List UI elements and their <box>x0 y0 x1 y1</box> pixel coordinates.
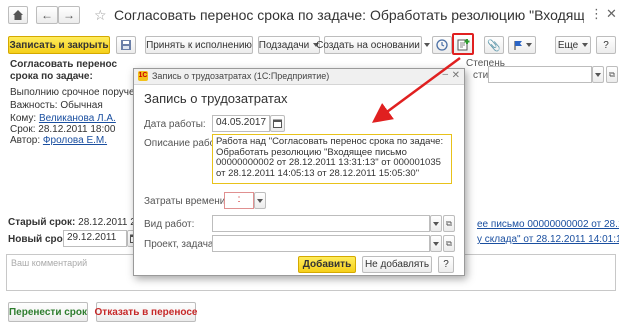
chevron-down-icon <box>257 198 263 203</box>
chevron-down-icon <box>525 43 532 47</box>
old-deadline-label: Старый срок: <box>8 217 76 228</box>
link-icon: ⧉ <box>446 218 452 228</box>
subtasks-button[interactable]: Подзадачи <box>258 36 320 54</box>
calendar-icon <box>273 119 282 128</box>
minimize-icon[interactable]: – <box>442 69 448 80</box>
project-label: Проект, задача: <box>144 239 217 250</box>
author-label: Автор: <box>10 135 41 146</box>
floppy-disk-icon <box>121 40 131 50</box>
dialog-titlebar-text: Запись о трудозатратах (1С:Предприятие) <box>152 71 330 81</box>
clock-icon <box>436 39 448 51</box>
app-logo-icon: 1C <box>138 71 148 81</box>
more-label: Еще <box>557 39 579 51</box>
link-icon: ⧉ <box>609 69 615 79</box>
comment-placeholder: Ваш комментарий <box>11 258 88 268</box>
project-dropdown[interactable] <box>430 235 442 252</box>
time-label: Затраты времени: <box>144 196 229 207</box>
cancel-button[interactable]: Не добавлять <box>362 256 432 273</box>
chevron-down-icon <box>423 43 430 47</box>
arrow-left-icon: ← <box>41 8 53 22</box>
chevron-down-icon <box>582 43 589 47</box>
favorite-star-icon[interactable]: ☆ <box>94 7 107 24</box>
back-button[interactable]: ← <box>36 6 58 24</box>
chevron-down-icon <box>433 241 439 246</box>
date-label: Дата работы: <box>144 119 206 130</box>
dialog-titlebar[interactable]: 1C Запись о трудозатратах (1С:Предприяти… <box>134 69 464 85</box>
task-importance: Важность: Обычная <box>10 100 103 111</box>
help-button[interactable]: ? <box>596 36 616 54</box>
home-button[interactable] <box>8 6 28 24</box>
flag-button[interactable] <box>508 36 536 54</box>
home-icon <box>13 10 23 20</box>
save-close-button[interactable]: Записать и закрыть <box>8 36 110 54</box>
window-title: Согласовать перенос срока по задаче: Обр… <box>114 7 584 23</box>
more-button[interactable]: Еще <box>555 36 591 54</box>
date-calendar-button[interactable] <box>270 115 285 132</box>
date-field[interactable]: 04.05.2017 <box>212 115 270 132</box>
dialog-heading: Запись о трудозатратах <box>144 91 288 106</box>
refuse-button[interactable]: Отказать в переносе <box>95 302 197 322</box>
create-based-button[interactable]: Создать на основании <box>316 36 430 54</box>
chevron-down-icon <box>595 72 601 77</box>
due-label: Срок: <box>10 124 36 135</box>
dialog-close-icon[interactable]: ✕ <box>452 70 460 81</box>
task-to-row: Кому: Великанова Л.А. <box>10 113 116 124</box>
work-type-label: Вид работ: <box>144 219 195 230</box>
link-icon: ⧉ <box>446 238 452 248</box>
description-field[interactable]: Работа над "Согласовать перенос срока по… <box>212 134 452 184</box>
project-open[interactable]: ⧉ <box>443 235 455 252</box>
related-task-link-1[interactable]: ее письмо 00000000002 от 28.12.20... <box>477 219 619 230</box>
more-dots-icon[interactable]: ⋮ <box>590 6 603 22</box>
read-field-open[interactable]: ⧉ <box>606 66 618 83</box>
read-field[interactable] <box>488 66 592 83</box>
add-record-icon <box>457 38 469 50</box>
labor-dialog: 1C Запись о трудозатратах (1С:Предприяти… <box>133 68 465 276</box>
attach-button[interactable]: 📎 <box>484 36 504 54</box>
task-due-row: Срок: 28.12.2011 18:00 <box>10 124 115 135</box>
chevron-down-icon <box>433 221 439 226</box>
task-subject: Согласовать перенос срока по задаче: Обр… <box>10 59 118 82</box>
work-type-open[interactable]: ⧉ <box>443 215 455 232</box>
close-icon[interactable]: ✕ <box>606 6 617 22</box>
paperclip-icon: 📎 <box>487 39 501 52</box>
create-based-label: Создать на основании <box>316 39 420 51</box>
work-type-field[interactable] <box>212 215 430 232</box>
to-value-link[interactable]: Великанова Л.А. <box>39 113 116 124</box>
postpone-button[interactable]: Перенести срок <box>8 302 88 322</box>
history-button[interactable] <box>432 36 452 54</box>
accept-button[interactable]: Принять к исполнению <box>145 36 253 54</box>
related-task-link-2[interactable]: у склада" от 28.12.2011 14:01:16 <box>477 234 619 245</box>
to-label: Кому: <box>10 113 37 124</box>
arrow-right-icon: → <box>63 8 75 22</box>
work-type-dropdown[interactable] <box>430 215 442 232</box>
new-deadline-field[interactable]: 29.12.2011 <box>63 230 127 247</box>
author-value-link[interactable]: Фролова Е.М. <box>43 135 107 146</box>
forward-button[interactable]: → <box>58 6 80 24</box>
time-dropdown-button[interactable] <box>254 192 266 209</box>
subtasks-label: Подзадачи <box>258 39 310 51</box>
dialog-help-button[interactable]: ? <box>438 256 454 273</box>
read-field-dropdown[interactable] <box>592 66 604 83</box>
flag-icon <box>513 40 522 50</box>
due-value: 28.12.2011 18:00 <box>38 124 116 135</box>
task-author-row: Автор: Фролова Е.М. <box>10 135 107 146</box>
save-button[interactable] <box>116 36 136 54</box>
add-button[interactable]: Добавить <box>298 256 356 273</box>
project-field[interactable] <box>212 235 430 252</box>
new-deadline-label: Новый срок: <box>8 234 72 245</box>
labor-record-button[interactable] <box>452 33 474 55</box>
time-field[interactable]: : <box>224 192 254 209</box>
